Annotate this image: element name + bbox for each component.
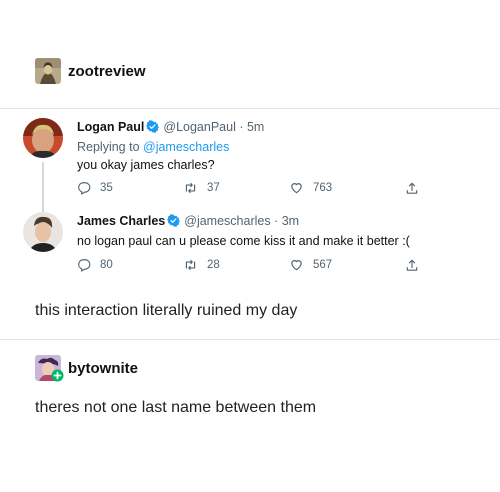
replying-prefix: Replying to	[77, 140, 144, 154]
like-count: 763	[313, 182, 333, 194]
tweet-author-name[interactable]: James Charles	[77, 214, 165, 228]
verified-badge-icon	[146, 120, 160, 138]
tweet-text: you okay james charles?	[77, 158, 215, 172]
reply-action[interactable]: 80	[77, 258, 113, 272]
replying-mention[interactable]: @jamescharles	[143, 140, 229, 154]
tweet-handle[interactable]: @jamescharles	[184, 214, 270, 228]
retweet-action[interactable]: 37	[183, 181, 220, 195]
retweet-icon	[185, 259, 196, 271]
verified-badge-icon	[167, 214, 181, 232]
tweet-time: · 3m	[274, 214, 300, 228]
tweet-author-line: James Charles @jamescharles · 3m	[77, 212, 463, 232]
tweet-body: James Charles @jamescharles · 3m no logan…	[77, 212, 463, 250]
like-count: 567	[313, 259, 333, 271]
post-caption: this interaction literally ruined my day	[35, 302, 298, 319]
post-divider	[0, 108, 500, 109]
reply-icon	[78, 259, 91, 272]
retweet-action[interactable]: 28	[183, 258, 220, 272]
replying-to-line: Replying to @jamescharles	[77, 138, 463, 156]
share-icon	[406, 182, 418, 194]
like-action[interactable]: 567	[289, 258, 332, 272]
tweet-author-name[interactable]: Logan Paul	[77, 120, 144, 134]
post-header-bytownite: bytownite	[35, 355, 138, 382]
tweet-handle[interactable]: @LoganPaul	[163, 120, 235, 134]
tweet-author-line: Logan Paul @LoganPaul · 5m	[77, 118, 463, 138]
like-action[interactable]: 763	[289, 181, 332, 195]
reply-count: 35	[100, 182, 113, 194]
heart-icon	[291, 183, 302, 194]
logan-paul-avatar[interactable]	[23, 118, 63, 158]
post-text: theres not one last name between them	[35, 399, 317, 416]
post-username[interactable]: bytownite	[68, 360, 138, 377]
tweet-time: · 5m	[239, 120, 265, 134]
share-action[interactable]	[405, 258, 428, 273]
tweet-logan-paul[interactable]: Logan Paul @LoganPaul · 5m Replying to @j…	[23, 118, 463, 236]
reply-icon	[78, 182, 91, 195]
heart-icon	[291, 260, 302, 271]
retweet-count: 28	[207, 259, 220, 271]
retweet-icon	[185, 182, 196, 194]
tweet-text: no logan paul can u please come kiss it …	[77, 234, 410, 248]
share-action[interactable]	[405, 181, 428, 196]
reply-action[interactable]: 35	[77, 181, 113, 195]
reply-count: 80	[100, 259, 113, 271]
post-header-zootreview: zootreview	[35, 58, 146, 84]
share-icon	[406, 259, 418, 271]
tweet-body: Logan Paul @LoganPaul · 5m Replying to @j…	[77, 118, 463, 174]
post-divider	[0, 339, 500, 340]
follow-badge-icon	[51, 369, 64, 382]
james-charles-avatar[interactable]	[23, 212, 63, 252]
tweet-actions: 35 37 763	[77, 181, 457, 199]
mona-lisa-avatar-icon[interactable]	[35, 58, 61, 84]
tweet-james-charles[interactable]: James Charles @jamescharles · 3m no logan…	[23, 212, 463, 282]
retweet-count: 37	[207, 182, 220, 194]
post-username[interactable]: zootreview	[68, 63, 146, 80]
tweet-actions: 80 28 567	[77, 258, 457, 276]
